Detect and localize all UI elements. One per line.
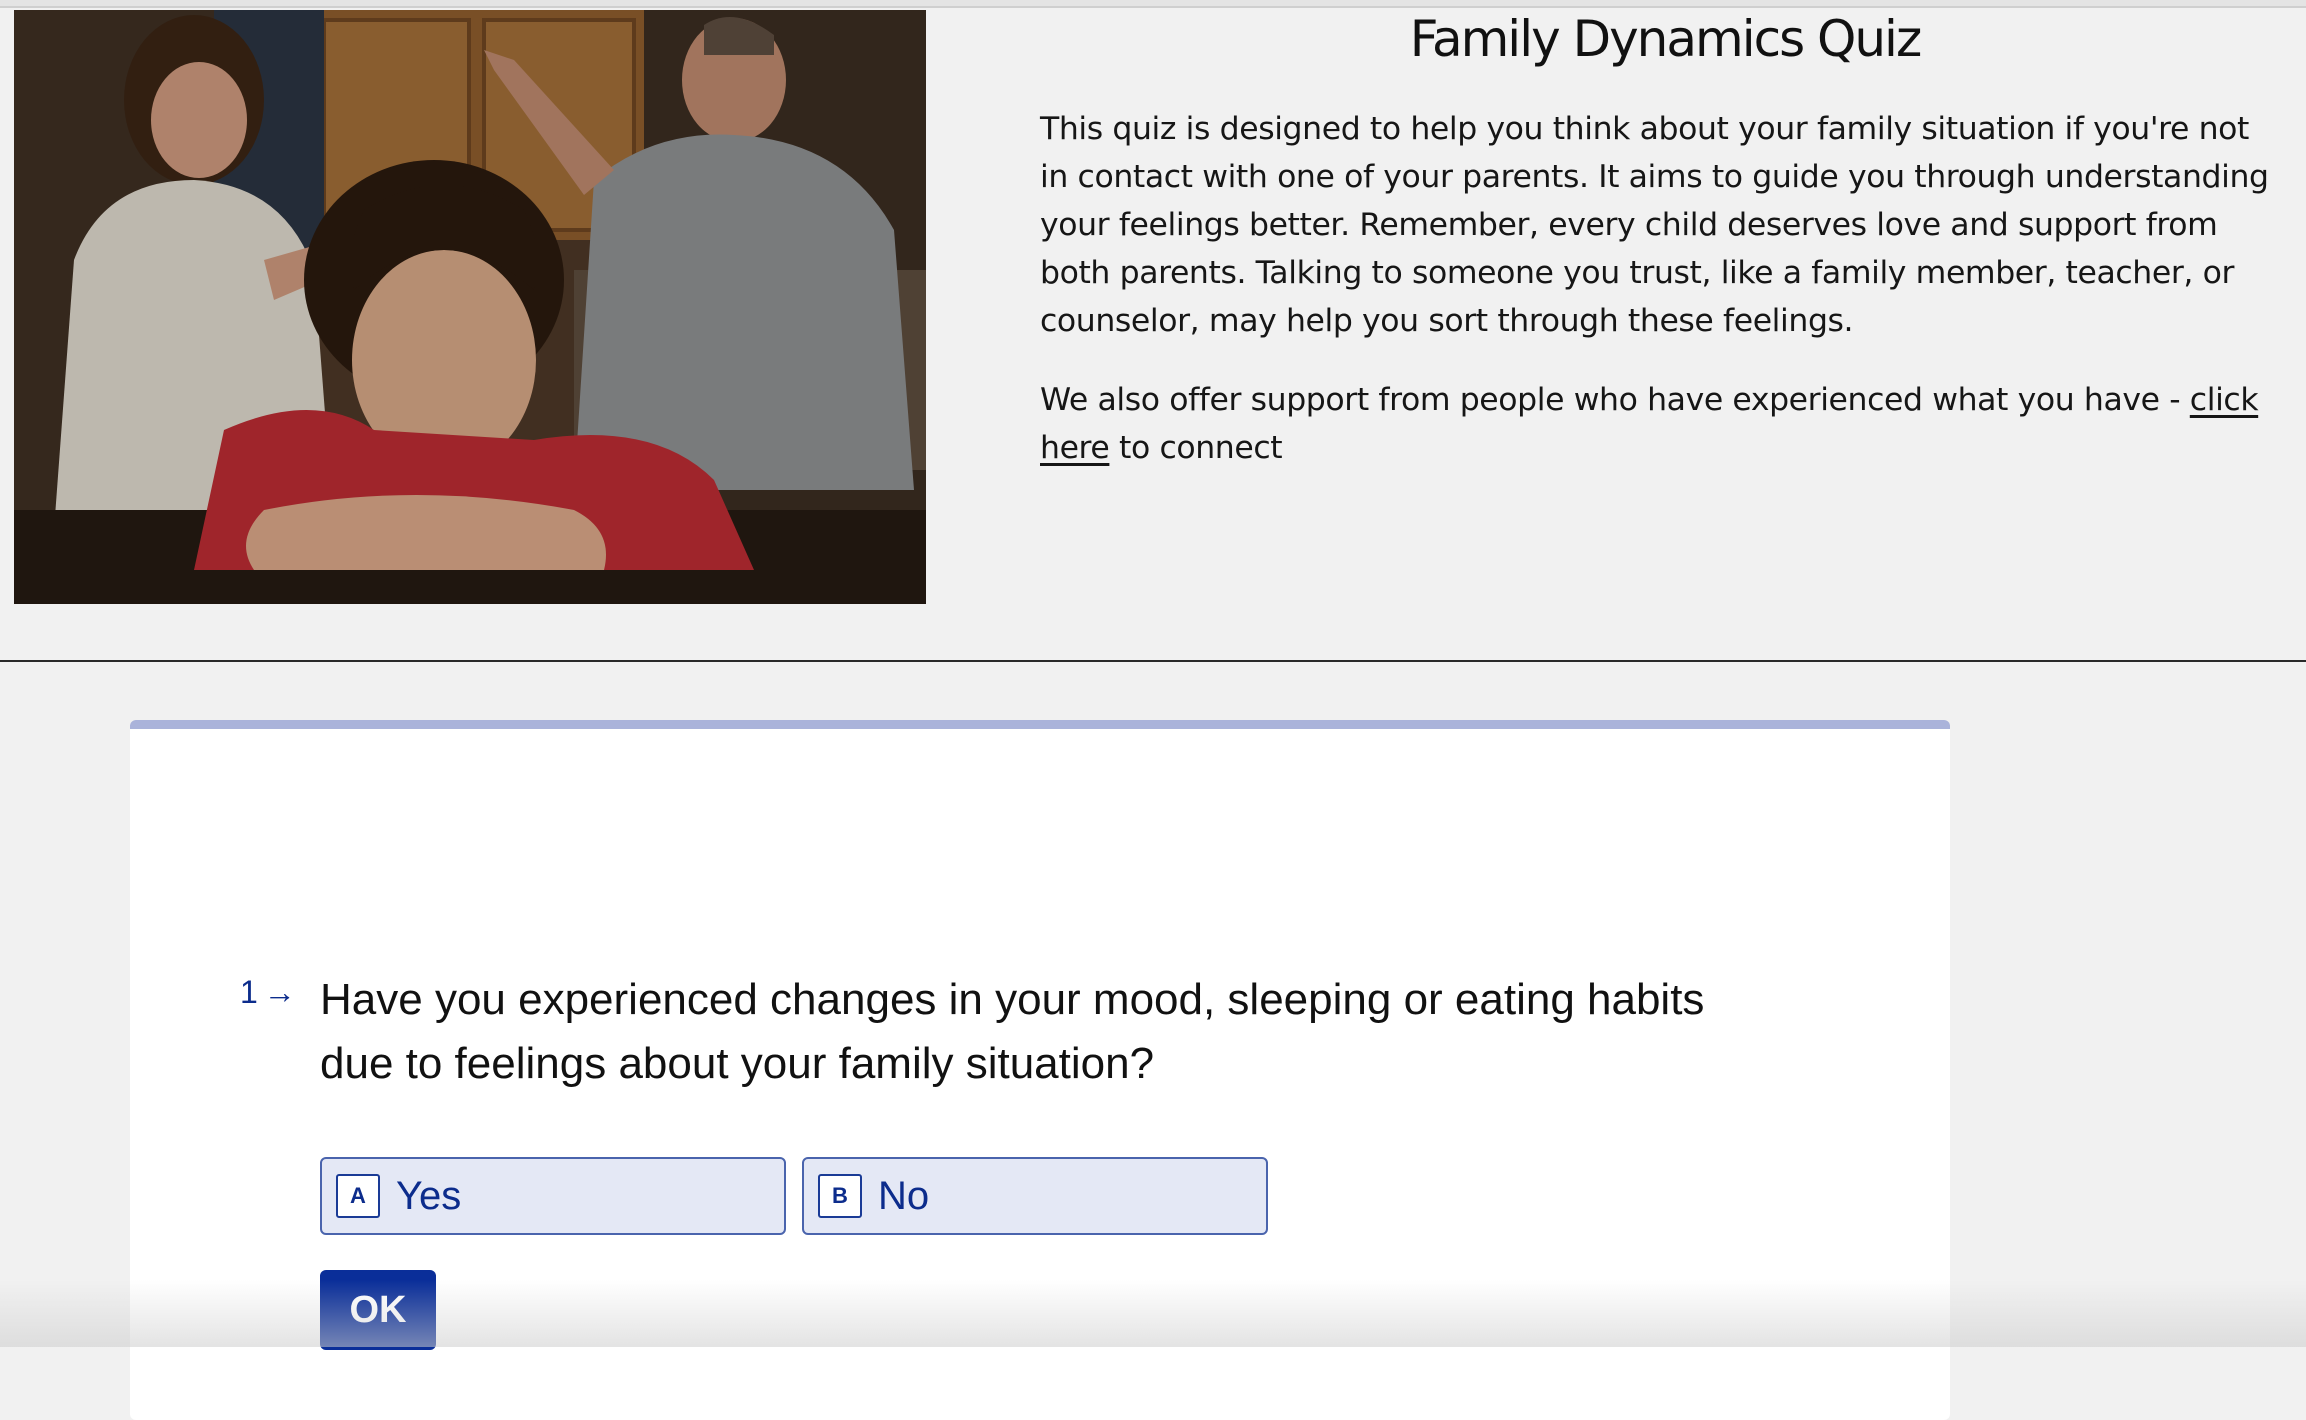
- choice-label-yes: Yes: [396, 1173, 462, 1218]
- support-text-suffix: to connect: [1109, 430, 1283, 466]
- arrow-right-icon: →: [263, 974, 296, 1010]
- hero-image: [14, 10, 926, 604]
- intro-paragraph: This quiz is designed to help you think …: [1040, 111, 2269, 339]
- choice-key-b: B: [818, 1174, 862, 1218]
- question-number-text: 1: [240, 974, 258, 1010]
- support-text: We also offer support from people who ha…: [1040, 382, 2181, 418]
- ok-button[interactable]: OK: [320, 1270, 436, 1350]
- answer-choices: A Yes B No: [320, 1157, 1268, 1235]
- question-number: 1 →: [240, 974, 296, 1011]
- hero-text: Family Dynamics Quiz This quiz is design…: [1040, 8, 2280, 472]
- choice-yes[interactable]: A Yes: [320, 1157, 786, 1235]
- support-paragraph: We also offer support from people who ha…: [1040, 376, 2280, 472]
- page-title: Family Dynamics Quiz: [1409, 10, 1922, 68]
- question-text: Have you experienced changes in your moo…: [320, 975, 1705, 1088]
- hero-section: Family Dynamics Quiz This quiz is design…: [0, 8, 2306, 662]
- quiz-progress-bar: [130, 720, 1950, 729]
- choice-label-no: No: [878, 1173, 930, 1218]
- choice-key-a: A: [336, 1174, 380, 1218]
- choice-no[interactable]: B No: [802, 1157, 1268, 1235]
- quiz-card: 1 → Have you experienced changes in your…: [130, 720, 1950, 1420]
- top-rule: [0, 0, 2306, 8]
